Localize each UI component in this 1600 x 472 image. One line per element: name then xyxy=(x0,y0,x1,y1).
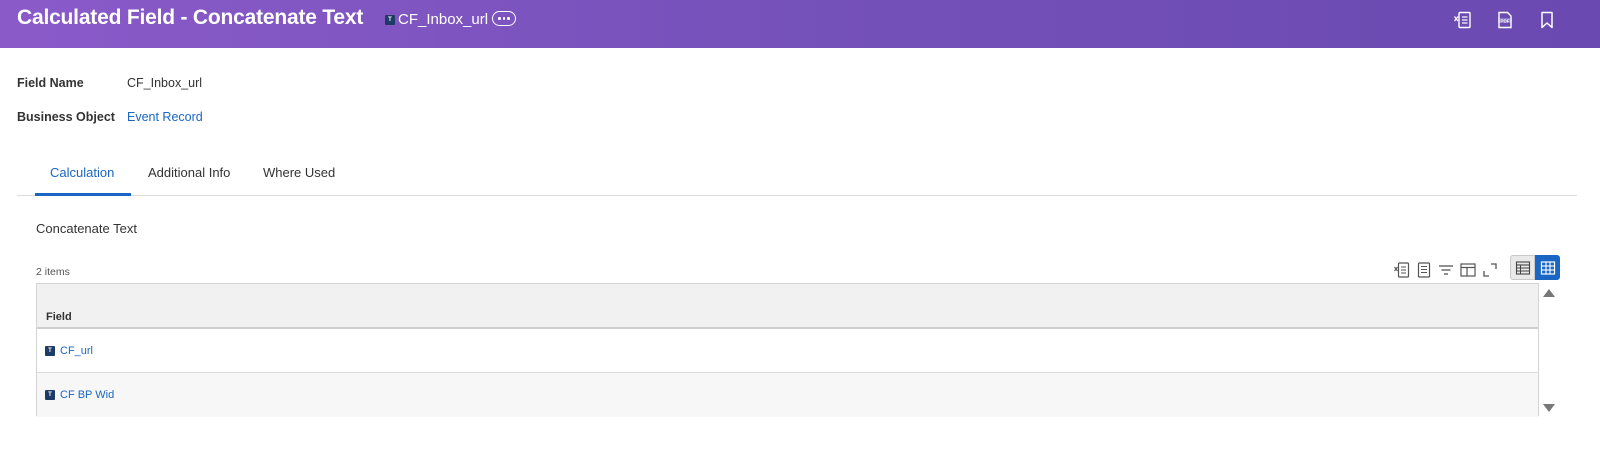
scroll-down-arrow-icon[interactable] xyxy=(1543,404,1555,412)
table-header: Field xyxy=(37,284,1538,329)
business-object-link[interactable]: Event Record xyxy=(127,110,203,124)
export-to-excel-button[interactable] xyxy=(1391,259,1413,281)
text-type-icon: T xyxy=(45,345,55,356)
table-view-icon xyxy=(1515,260,1530,275)
expand-icon xyxy=(1483,263,1497,277)
filter-icon xyxy=(1439,265,1453,275)
field-name-value: CF_Inbox_url xyxy=(127,76,203,90)
dot-icon xyxy=(507,17,510,20)
field-link[interactable]: CF_url xyxy=(60,345,93,357)
tab-bar: Calculation Additional Info Where Used xyxy=(17,152,1577,196)
active-tab-indicator xyxy=(35,193,131,196)
table-view-button[interactable] xyxy=(1510,255,1535,280)
header-field-chip[interactable]: T CF_Inbox_url xyxy=(385,11,488,28)
tab-calculation[interactable]: Calculation xyxy=(50,165,114,180)
related-actions-button[interactable] xyxy=(492,11,516,26)
view-toggle xyxy=(1510,255,1560,280)
header-chip-label: CF_Inbox_url xyxy=(398,11,489,28)
table-row: T CF BP Wid xyxy=(37,373,1538,417)
export-pdf-icon: PDF xyxy=(1498,11,1512,29)
text-type-icon: T xyxy=(385,14,395,25)
tab-additional-info[interactable]: Additional Info xyxy=(148,165,230,180)
grid-view-button[interactable] xyxy=(1535,255,1560,280)
scroll-up-arrow-icon[interactable] xyxy=(1543,289,1555,297)
table-toolbar xyxy=(1391,257,1501,283)
print-button[interactable] xyxy=(1413,259,1435,281)
table-row: T CF_url xyxy=(37,329,1538,373)
tab-where-used[interactable]: Where Used xyxy=(263,165,335,180)
document-icon xyxy=(1417,262,1431,278)
dot-icon xyxy=(498,17,501,20)
column-header-field[interactable]: Field xyxy=(46,311,72,323)
grid-view-icon xyxy=(1540,260,1555,275)
page-title: Calculated Field - Concatenate Text xyxy=(17,6,364,29)
field-name-label: Field Name xyxy=(17,76,84,90)
dot-icon xyxy=(502,17,506,20)
fullscreen-button[interactable] xyxy=(1479,259,1501,281)
field-name-row: Field Name CF_Inbox_url xyxy=(17,76,202,90)
export-pdf-button[interactable]: PDF xyxy=(1494,9,1516,31)
bookmark-icon xyxy=(1541,11,1553,29)
business-object-label: Business Object xyxy=(17,110,115,124)
filter-button[interactable] xyxy=(1435,259,1457,281)
export-excel-icon xyxy=(1453,11,1471,29)
item-count: 2 items xyxy=(36,266,70,278)
bookmark-button[interactable] xyxy=(1536,9,1558,31)
text-type-icon: T xyxy=(45,390,55,400)
export-excel-icon xyxy=(1394,262,1410,278)
column-config-button[interactable] xyxy=(1457,259,1479,281)
business-object-row: Business Object Event Record xyxy=(17,110,203,124)
columns-icon xyxy=(1460,263,1476,277)
section-title: Concatenate Text xyxy=(36,221,137,236)
fields-table: Field T CF_url T CF BP Wid xyxy=(36,283,1539,417)
field-link[interactable]: CF BP Wid xyxy=(60,389,114,401)
export-excel-button[interactable] xyxy=(1452,9,1474,31)
page-header: Calculated Field - Concatenate Text T CF… xyxy=(0,0,1600,48)
svg-text:PDF: PDF xyxy=(1500,18,1509,23)
